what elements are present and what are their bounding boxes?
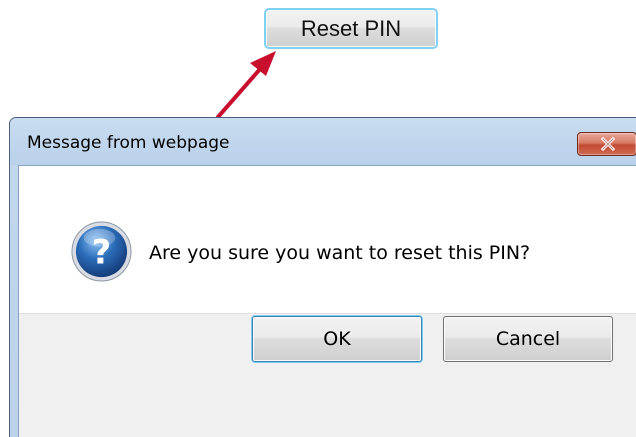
question-icon: ?	[71, 221, 132, 282]
cancel-button-label: Cancel	[495, 328, 561, 350]
svg-text:?: ?	[92, 232, 111, 271]
dialog-title: Message from webpage	[27, 133, 230, 153]
reset-pin-button[interactable]: Reset PIN	[264, 8, 438, 49]
dialog-message: Are you sure you want to reset this PIN?	[149, 242, 531, 264]
reset-pin-button-label: Reset PIN	[300, 15, 402, 41]
message-dialog: Message from webpage ? Are you sure you …	[9, 117, 636, 437]
ok-button[interactable]: OK	[252, 316, 422, 362]
ok-button-label: OK	[323, 328, 351, 350]
cancel-button[interactable]: Cancel	[443, 316, 613, 362]
close-button[interactable]	[577, 132, 636, 156]
screenshot-stage: Reset PIN Message from webpage ? Are you…	[0, 0, 636, 437]
arrow-line	[216, 58, 270, 119]
dialog-message-area: ? Are you sure you want to reset this PI…	[19, 166, 636, 313]
dialog-titlebar[interactable]: Message from webpage	[10, 118, 636, 165]
close-icon	[600, 136, 616, 152]
dialog-client-area: ? Are you sure you want to reset this PI…	[18, 165, 636, 437]
arrow-head	[250, 51, 276, 76]
